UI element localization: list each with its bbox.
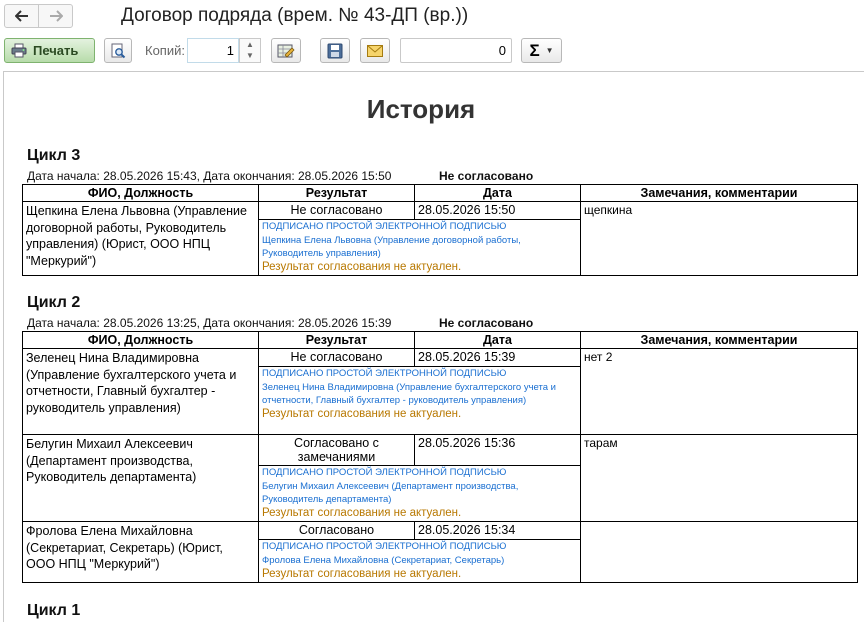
date-cell: 28.05.2026 15:39 <box>414 348 581 367</box>
arrow-left-icon <box>14 10 28 22</box>
stepper-up-icon[interactable]: ▲ <box>240 39 260 50</box>
cycle-heading: Цикл 3 <box>27 147 81 164</box>
signature-note: Результат согласования не актуален. <box>262 260 462 273</box>
cycle-heading: Цикл 1 <box>27 602 81 619</box>
chevron-down-icon: ▼ <box>545 46 554 55</box>
print-button[interactable]: Печать <box>4 38 95 63</box>
comment-cell: щепкина <box>580 201 858 276</box>
table-row: Зеленец Нина Владимировна (Управление бу… <box>22 348 858 435</box>
signature-name: Щепкина Елена Львовна (Управление догово… <box>262 234 521 259</box>
table-header-row: ФИО, Должность Результат Дата Замечания,… <box>22 184 858 202</box>
signature-cell: ПОДПИСАНО ПРОСТОЙ ЭЛЕКТРОННОЙ ПОДПИСЬЮ Ф… <box>258 539 581 583</box>
sigma-icon: Σ <box>529 40 540 60</box>
person-cell: Белугин Михаил Алексеевич (Департамент п… <box>22 434 259 522</box>
document-area: История Цикл 3 Дата начала: 28.05.2026 1… <box>3 71 864 622</box>
result-cell: Согласовано <box>258 521 415 540</box>
result-cell: Не согласовано <box>258 348 415 367</box>
cycle-heading: Цикл 2 <box>27 294 81 311</box>
cycle-status: Не согласовано <box>439 169 534 183</box>
signature-note: Результат согласования не актуален. <box>262 407 462 420</box>
signature-header: ПОДПИСАНО ПРОСТОЙ ЭЛЕКТРОННОЙ ПОДПИСЬЮ <box>262 467 507 478</box>
table-header-row: ФИО, Должность Результат Дата Замечания,… <box>22 331 858 349</box>
person-cell: Фролова Елена Михайловна (Секретариат, С… <box>22 521 259 583</box>
document-title: История <box>366 94 476 124</box>
signature-note: Результат согласования не актуален. <box>262 567 462 580</box>
envelope-icon <box>367 44 383 57</box>
date-cell: 28.05.2026 15:36 <box>414 434 581 466</box>
title-bar: Договор подряда (врем. № 43-ДП (вр.)) <box>0 0 864 34</box>
column-header-person: ФИО, Должность <box>22 331 259 349</box>
signature-name: Зеленец Нина Владимировна (Управление бу… <box>262 381 556 406</box>
arrow-right-icon <box>49 10 63 22</box>
signature-header: ПОДПИСАНО ПРОСТОЙ ЭЛЕКТРОННОЙ ПОДПИСЬЮ <box>262 541 507 552</box>
copies-input[interactable]: 1 <box>187 38 239 63</box>
column-header-comments: Замечания, комментарии <box>580 184 858 202</box>
signature-header: ПОДПИСАНО ПРОСТОЙ ЭЛЕКТРОННОЙ ПОДПИСЬЮ <box>262 368 507 379</box>
edit-button[interactable] <box>271 38 301 63</box>
copies-label: Копий: <box>145 43 185 58</box>
date-cell: 28.05.2026 15:50 <box>414 201 581 220</box>
print-preview-button[interactable] <box>104 38 132 63</box>
email-button[interactable] <box>360 38 390 63</box>
sum-button[interactable]: Σ ▼ <box>521 38 562 63</box>
comment-cell: тарам <box>580 434 858 522</box>
edit-table-icon <box>277 44 295 58</box>
table-row: Щепкина Елена Львовна (Управление догово… <box>22 201 858 276</box>
signature-name: Белугин Михаил Алексеевич (Департамент п… <box>262 480 519 505</box>
column-header-result: Результат <box>258 331 415 349</box>
print-preview-icon <box>111 43 126 58</box>
back-button[interactable] <box>4 4 39 28</box>
signature-cell: ПОДПИСАНО ПРОСТОЙ ЭЛЕКТРОННОЙ ПОДПИСЬЮ Б… <box>258 465 581 522</box>
table-row: Белугин Михаил Алексеевич (Департамент п… <box>22 434 858 522</box>
history-table: ФИО, Должность Результат Дата Замечания,… <box>22 331 858 583</box>
signature-cell: ПОДПИСАНО ПРОСТОЙ ЭЛЕКТРОННОЙ ПОДПИСЬЮ Щ… <box>258 219 581 276</box>
save-button[interactable] <box>320 38 350 63</box>
copies-stepper[interactable]: ▲ ▼ <box>239 38 261 63</box>
signature-name: Фролова Елена Михайловна (Секретариат, С… <box>262 554 505 566</box>
date-cell: 28.05.2026 15:34 <box>414 521 581 540</box>
window-title: Договор подряда (врем. № 43-ДП (вр.)) <box>121 5 469 26</box>
cycle-dates: Дата начала: 28.05.2026 13:25, Дата окон… <box>27 316 392 330</box>
column-header-date: Дата <box>414 184 581 202</box>
comment-cell: нет 2 <box>580 348 858 435</box>
signature-note: Результат согласования не актуален. <box>262 506 462 519</box>
comment-cell <box>580 521 858 583</box>
cycle-status: Не согласовано <box>439 316 534 330</box>
signature-cell: ПОДПИСАНО ПРОСТОЙ ЭЛЕКТРОННОЙ ПОДПИСЬЮ З… <box>258 366 581 435</box>
person-cell: Щепкина Елена Львовна (Управление догово… <box>22 201 259 276</box>
column-header-person: ФИО, Должность <box>22 184 259 202</box>
history-table: ФИО, Должность Результат Дата Замечания,… <box>22 184 858 276</box>
result-cell: Не согласовано <box>258 201 415 220</box>
print-label: Печать <box>33 43 79 58</box>
column-header-comments: Замечания, комментарии <box>580 331 858 349</box>
table-row: Фролова Елена Михайловна (Секретариат, С… <box>22 521 858 583</box>
stepper-down-icon[interactable]: ▼ <box>240 50 260 61</box>
printer-icon <box>11 43 27 58</box>
floppy-disk-icon <box>327 43 343 58</box>
column-header-result: Результат <box>258 184 415 202</box>
forward-button[interactable] <box>38 4 73 28</box>
person-cell: Зеленец Нина Владимировна (Управление бу… <box>22 348 259 435</box>
sum-field[interactable]: 0 <box>400 38 512 63</box>
column-header-date: Дата <box>414 331 581 349</box>
cycle-dates: Дата начала: 28.05.2026 15:43, Дата окон… <box>27 169 392 183</box>
signature-header: ПОДПИСАНО ПРОСТОЙ ЭЛЕКТРОННОЙ ПОДПИСЬЮ <box>262 221 507 232</box>
result-cell: Согласовано с замечаниями <box>258 434 415 466</box>
